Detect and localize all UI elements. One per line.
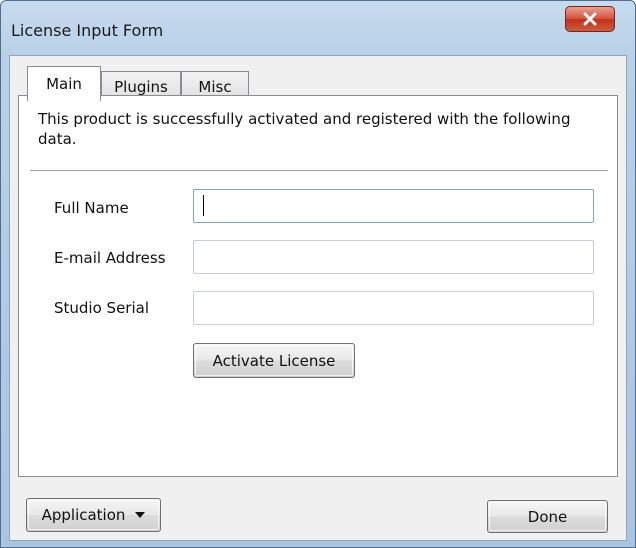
close-button[interactable] — [565, 6, 615, 32]
studio-serial-label: Studio Serial — [54, 299, 149, 317]
application-dropdown-button[interactable]: Application — [26, 498, 161, 532]
activate-license-button[interactable]: Activate License — [193, 343, 355, 378]
done-label: Done — [527, 507, 568, 526]
done-button[interactable]: Done — [487, 500, 608, 533]
studio-serial-field[interactable] — [193, 291, 594, 325]
activate-license-label: Activate License — [212, 351, 336, 370]
full-name-label: Full Name — [54, 199, 129, 217]
activation-status-text: This product is successfully activated a… — [38, 110, 571, 148]
separator — [30, 170, 608, 171]
text-caret — [203, 195, 204, 216]
tab-misc-label: Misc — [198, 77, 232, 96]
full-name-field[interactable] — [193, 189, 594, 223]
tab-plugins-label: Plugins — [114, 77, 168, 96]
title-bar[interactable]: License Input Form — [1, 1, 635, 55]
tab-main[interactable]: Main — [27, 66, 101, 101]
tab-panel-main — [18, 95, 618, 477]
close-icon — [583, 12, 597, 26]
chevron-down-icon — [135, 512, 146, 518]
tab-main-label: Main — [46, 75, 82, 93]
email-field[interactable] — [193, 240, 594, 274]
application-label: Application — [41, 506, 126, 524]
email-label: E-mail Address — [54, 249, 166, 267]
window-title: License Input Form — [11, 21, 164, 40]
